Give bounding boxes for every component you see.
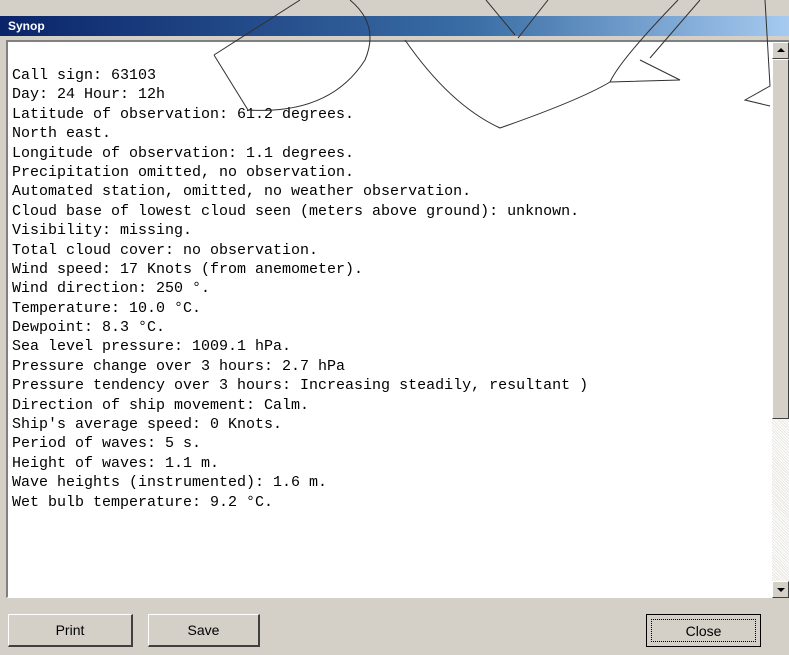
report-line: Wave heights (instrumented): 1.6 m. [12, 474, 328, 492]
save-button[interactable]: Save [148, 614, 260, 647]
report-line: Visibility: missing. [12, 222, 193, 240]
window-titlebar[interactable]: Synop [0, 16, 789, 36]
report-line: Cloud base of lowest cloud seen (meters … [12, 202, 580, 220]
scrollbar-thumb[interactable] [772, 59, 789, 419]
arrow-up-icon [777, 48, 785, 52]
report-line: Temperature: 10.0 °C. [12, 299, 202, 317]
report-line: Sea level pressure: 1009.1 hPa. [12, 338, 292, 356]
scroll-down-button[interactable] [772, 581, 789, 598]
report-line: Pressure tendency over 3 hours: Increasi… [12, 377, 589, 395]
report-line: Dewpoint: 8.3 °C. [12, 319, 166, 337]
print-button[interactable]: Print [8, 614, 133, 647]
window-title: Synop [8, 19, 45, 33]
report-line: Ship's average speed: 0 Knots. [12, 416, 283, 434]
arrow-down-icon [777, 588, 785, 592]
synop-dialog: Call sign: 63103 Day: 24 Hour: 12h Latit… [0, 36, 789, 655]
report-line: Precipitation omitted, no observation. [12, 163, 355, 181]
report-line: Height of waves: 1.1 m. [12, 454, 220, 472]
report-textarea[interactable]: Call sign: 63103 Day: 24 Hour: 12h Latit… [8, 42, 774, 598]
close-button-label: Close [685, 622, 722, 639]
scroll-up-button[interactable] [772, 42, 789, 59]
report-line: North east. [12, 125, 112, 143]
close-button[interactable]: Close [646, 614, 761, 647]
report-line: Automated station, omitted, no weather o… [12, 183, 472, 201]
report-line: Wet bulb temperature: 9.2 °C. [12, 493, 274, 511]
report-line: Call sign: 63103 [12, 67, 157, 84]
report-line: Wind direction: 250 °. [12, 280, 211, 298]
report-textarea-frame: Call sign: 63103 Day: 24 Hour: 12h Latit… [6, 40, 789, 598]
report-line: Day: 24 Hour: 12h [12, 86, 166, 104]
report-line: Direction of ship movement: Calm. [12, 396, 310, 414]
report-line: Longitude of observation: 1.1 degrees. [12, 144, 355, 162]
report-line: Total cloud cover: no observation. [12, 241, 319, 259]
report-line: Wind speed: 17 Knots (from anemometer). [12, 260, 364, 278]
report-line: Pressure change over 3 hours: 2.7 hPa [12, 357, 346, 375]
report-line: Period of waves: 5 s. [12, 435, 202, 453]
report-line: Latitude of observation: 61.2 degrees. [12, 105, 355, 123]
vertical-scrollbar[interactable] [772, 42, 789, 598]
